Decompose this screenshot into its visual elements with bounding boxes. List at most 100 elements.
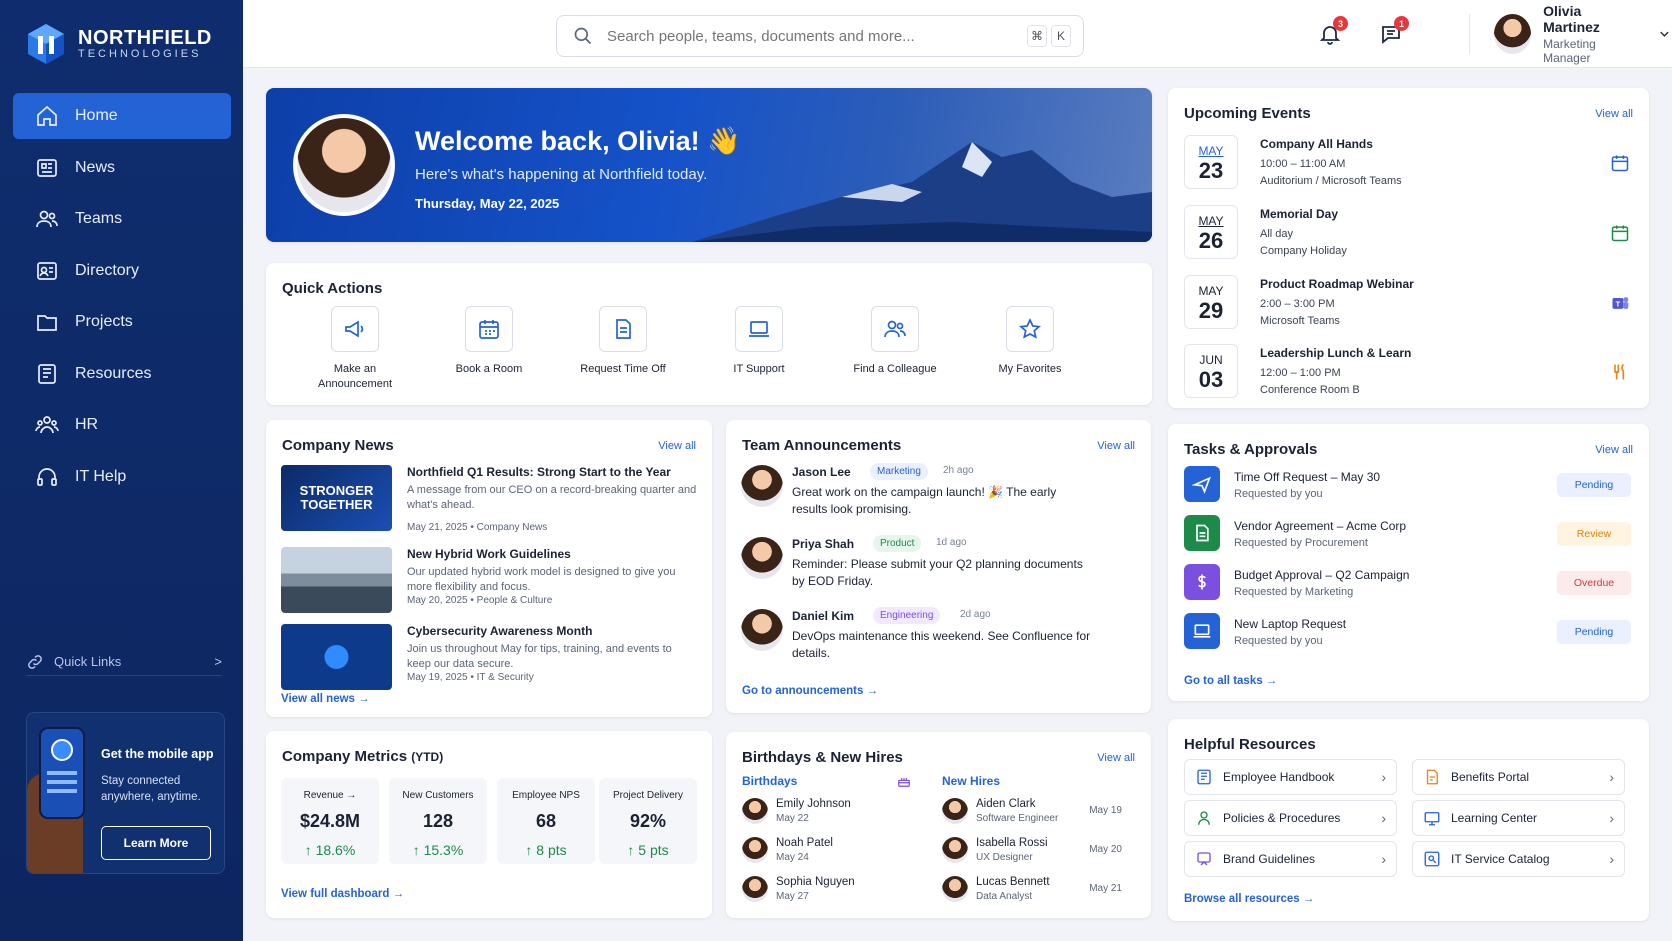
request-time-off-button[interactable]: Request Time Off: [563, 306, 683, 377]
sidebar-item-news[interactable]: News: [13, 145, 231, 191]
sidebar-item-label: Resources: [75, 364, 152, 382]
go-to-all-tasks-link[interactable]: Go to all tasks →: [1184, 675, 1277, 687]
notifications-button[interactable]: 3: [1318, 16, 1348, 46]
event-item[interactable]: JUN 03 Leadership Lunch & Learn 12:00 – 1…: [1184, 344, 1634, 400]
helpful-resources-card: Helpful Resources Employee Handbook › Ben…: [1168, 719, 1649, 921]
user-menu[interactable]: Olivia Martinez Marketing Manager: [1469, 3, 1672, 65]
tasks-view-all-link[interactable]: View all: [1595, 444, 1633, 456]
metric-revenue[interactable]: Revenue → $24.8M ↑ 18.6%: [281, 778, 379, 864]
news-title[interactable]: Cybersecurity Awareness Month: [407, 624, 697, 638]
team-tag: Engineering: [873, 607, 941, 624]
welcome-avatar: [293, 114, 395, 216]
quick-links[interactable]: Quick Links >: [26, 648, 222, 676]
resource-it-service-catalog[interactable]: IT Service Catalog ›: [1412, 841, 1625, 877]
news-title[interactable]: Northfield Q1 Results: Strong Start to t…: [407, 465, 697, 479]
sidebar-item-projects[interactable]: Projects: [13, 299, 231, 345]
chevron-right-icon: ›: [1381, 851, 1386, 867]
resource-brand-guidelines[interactable]: Brand Guidelines ›: [1184, 841, 1397, 877]
sidebar-item-home[interactable]: Home: [13, 93, 231, 139]
learn-more-button[interactable]: Learn More: [101, 826, 211, 860]
mobile-app-sub: Stay connected anywhere, anytime.: [101, 775, 201, 803]
event-details: 10:00 – 11:00 AM Auditorium / Microsoft T…: [1260, 158, 1402, 187]
task-item[interactable]: New Laptop Request Requested by you Pend…: [1184, 613, 1631, 653]
task-title: Time Off Request – May 30: [1234, 470, 1381, 484]
event-title: Leadership Lunch & Learn: [1260, 346, 1412, 360]
person-name: Isabella Rossi: [976, 837, 1048, 849]
news-meta: May 19, 2025 • IT & Security: [407, 672, 534, 683]
sidebar-item-hr[interactable]: HR: [13, 402, 231, 448]
resource-policies[interactable]: Policies & Procedures ›: [1184, 800, 1397, 836]
birthdays-title: Birthdays & New Hires: [742, 749, 903, 766]
team-announcements-card: Team Announcements View all Jason Lee Ma…: [726, 420, 1151, 713]
qa-label: My Favorites: [998, 363, 1062, 375]
birthday-person[interactable]: Emily Johnson May 22: [742, 794, 922, 828]
calendar-icon[interactable]: [1610, 223, 1630, 243]
sidebar-item-teams[interactable]: Teams: [13, 196, 231, 242]
new-hire-person[interactable]: Lucas Bennett Data Analyst May 21: [942, 872, 1122, 906]
news-view-all-link[interactable]: View all: [658, 440, 696, 452]
headset-icon: [37, 467, 57, 486]
metric-value: 68: [535, 811, 557, 831]
link-icon: [28, 654, 42, 669]
sidebar-item-resources[interactable]: Resources: [13, 351, 231, 397]
my-favorites-button[interactable]: My Favorites: [970, 306, 1090, 377]
utensils-icon[interactable]: [1610, 362, 1630, 382]
lock-icon: [281, 624, 392, 690]
search-bar[interactable]: ⌘ K: [556, 15, 1084, 57]
new-hire-person[interactable]: Aiden Clark Software Engineer May 19: [942, 794, 1122, 828]
browse-all-resources-link[interactable]: Browse all resources →: [1184, 893, 1314, 905]
task-item[interactable]: Budget Approval – Q2 Campaign Requested …: [1184, 564, 1631, 604]
news-desc: Our updated hybrid work model is designe…: [407, 566, 676, 593]
view-all-news-link[interactable]: View all news →: [281, 693, 370, 705]
avatar: [742, 876, 768, 902]
news-desc: A message from our CEO on a record-break…: [407, 484, 697, 511]
chevron-right-icon: ›: [1609, 769, 1614, 785]
event-item[interactable]: MAY 23 Company All Hands 10:00 – 11:00 AM…: [1184, 135, 1634, 191]
sidebar-item-label: HR: [75, 416, 99, 433]
avatar: [942, 876, 968, 902]
person-date: May 27: [776, 891, 809, 902]
view-full-dashboard-link[interactable]: View full dashboard →: [281, 888, 404, 900]
metric-employee-nps: Employee NPS 68 ↑ 8 pts: [497, 778, 595, 864]
sidebar-item-directory[interactable]: Directory: [13, 248, 231, 294]
go-to-announcements-link[interactable]: Go to announcements →: [742, 685, 878, 697]
make-announcement-button[interactable]: Make an Announcement: [295, 306, 415, 392]
avatar: [1494, 14, 1532, 54]
teams-icon: [36, 210, 58, 228]
birthday-person[interactable]: Sophia Nguyen May 27: [742, 872, 922, 906]
chevron-down-icon: [1660, 31, 1669, 37]
task-item[interactable]: Time Off Request – May 30 Requested by y…: [1184, 466, 1631, 506]
new-hire-person[interactable]: Isabella Rossi UX Designer May 20: [942, 833, 1122, 867]
people-icon: [35, 416, 59, 434]
announcements-view-all-link[interactable]: View all: [1097, 440, 1135, 452]
resource-employee-handbook[interactable]: Employee Handbook ›: [1184, 759, 1397, 795]
upcoming-events-card: Upcoming Events View all MAY 23 Company A…: [1168, 88, 1649, 408]
it-support-button[interactable]: IT Support: [699, 306, 819, 377]
birthday-person[interactable]: Noah Patel May 24: [742, 833, 922, 867]
messages-button[interactable]: 1: [1379, 16, 1409, 46]
event-item[interactable]: MAY 26 Memorial Day All day Company Holida…: [1184, 205, 1634, 261]
logo[interactable]: NORTHFIELD TECHNOLOGIES: [26, 22, 212, 66]
metric-delta: ↑ 18.6%: [304, 842, 356, 858]
metric-project-delivery: Project Delivery 92% ↑ 5 pts: [599, 778, 697, 864]
news-title[interactable]: New Hybrid Work Guidelines: [407, 547, 697, 561]
birthdays-view-all-link[interactable]: View all: [1097, 752, 1135, 764]
calendar-icon[interactable]: [1610, 153, 1630, 173]
qa-label: Find a Colleague: [853, 363, 937, 375]
resource-learning-center[interactable]: Learning Center ›: [1412, 800, 1625, 836]
search-input[interactable]: [607, 27, 1027, 45]
task-item[interactable]: Vendor Agreement – Acme Corp Requested b…: [1184, 515, 1631, 555]
sidebar-item-label: Teams: [75, 210, 123, 227]
laptop-icon: [1184, 613, 1220, 649]
find-colleague-button[interactable]: Find a Colleague: [835, 306, 955, 377]
task-sub: Requested by Marketing: [1234, 586, 1354, 598]
qa-label: Request Time Off: [580, 363, 666, 375]
teams-icon[interactable]: T: [1610, 293, 1630, 313]
sidebar-item-it-help[interactable]: IT Help: [13, 454, 231, 500]
events-view-all-link[interactable]: View all: [1595, 108, 1633, 120]
book-room-button[interactable]: Book a Room: [429, 306, 549, 377]
event-item[interactable]: MAY 29 Product Roadmap Webinar 2:00 – 3:0…: [1184, 275, 1634, 331]
event-date: MAY 26: [1184, 205, 1238, 259]
resource-benefits-portal[interactable]: Benefits Portal ›: [1412, 759, 1625, 795]
announcements-title: Team Announcements: [742, 437, 902, 454]
